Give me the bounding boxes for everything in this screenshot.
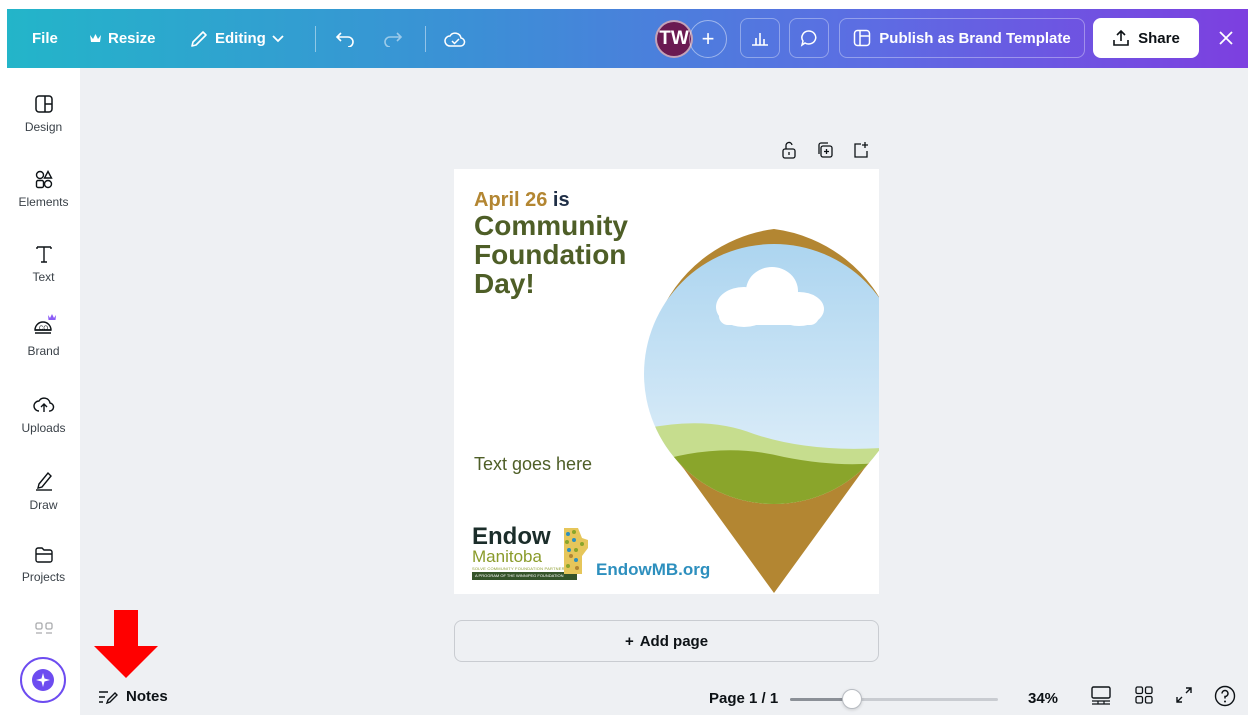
sidebar-item-draw[interactable]: Draw bbox=[7, 470, 80, 512]
left-sidebar: Design Elements Text CO Brand Uploads Dr… bbox=[7, 68, 80, 715]
redo-button[interactable] bbox=[383, 9, 403, 68]
design-icon bbox=[34, 95, 53, 113]
sidebar-item-label: Text bbox=[32, 270, 55, 284]
share-label: Share bbox=[1138, 29, 1180, 47]
user-avatar[interactable]: TW bbox=[655, 20, 693, 58]
close-button[interactable] bbox=[1211, 23, 1241, 53]
avatar-initials: TW bbox=[659, 28, 689, 49]
add-page-label: Add page bbox=[639, 632, 709, 650]
logo-endow-text: Endow bbox=[472, 523, 551, 550]
sidebar-item-label: Brand bbox=[27, 344, 60, 358]
toolbar-divider bbox=[315, 26, 316, 52]
fullscreen-icon[interactable] bbox=[1174, 685, 1194, 705]
toolbar-divider bbox=[425, 26, 426, 52]
sidebar-item-uploads[interactable]: Uploads bbox=[7, 395, 80, 435]
apps-icon bbox=[34, 622, 53, 634]
sidebar-item-label: Projects bbox=[21, 570, 66, 584]
zoom-value[interactable]: 34% bbox=[1028, 690, 1058, 707]
chevron-down-icon bbox=[272, 34, 284, 42]
sidebar-item-brand[interactable]: CO Brand bbox=[7, 312, 80, 358]
resize-label: Resize bbox=[108, 30, 156, 47]
add-page-icon[interactable] bbox=[852, 140, 870, 160]
undo-button[interactable] bbox=[335, 9, 355, 68]
svg-text:CO: CO bbox=[39, 326, 48, 332]
sidebar-item-apps[interactable] bbox=[7, 621, 80, 635]
help-icon[interactable] bbox=[1214, 685, 1236, 707]
plus-icon: + bbox=[701, 26, 715, 51]
sidebar-item-text[interactable]: Text bbox=[7, 244, 80, 284]
file-label: File bbox=[32, 30, 58, 47]
upload-share-icon bbox=[1113, 29, 1129, 46]
notes-button[interactable]: Notes bbox=[98, 688, 168, 705]
logo-manitoba-text: Manitoba bbox=[472, 547, 542, 566]
projects-icon bbox=[34, 547, 53, 563]
invite-button[interactable]: + bbox=[689, 20, 727, 58]
page-indicator[interactable]: Page 1 / 1 bbox=[709, 690, 778, 707]
date-suffix: is bbox=[547, 189, 570, 211]
resize-button[interactable]: Resize bbox=[89, 9, 156, 68]
canvas-workspace: April 26 is Community Foundation Day! Te… bbox=[80, 68, 1248, 715]
date-line[interactable]: April 26 is bbox=[474, 189, 570, 212]
comment-icon bbox=[800, 30, 817, 47]
notes-label: Notes bbox=[126, 688, 168, 705]
file-menu[interactable]: File bbox=[32, 9, 58, 68]
date-text: April 26 bbox=[474, 189, 548, 211]
elements-icon bbox=[35, 170, 53, 189]
red-arrow-annotation bbox=[94, 610, 158, 678]
grid-view-icon[interactable] bbox=[1134, 685, 1154, 705]
design-page[interactable]: April 26 is Community Foundation Day! Te… bbox=[454, 169, 879, 594]
redo-icon bbox=[384, 31, 403, 47]
comments-button[interactable] bbox=[789, 18, 829, 58]
lock-icon[interactable] bbox=[780, 140, 798, 160]
manitoba-map-icon bbox=[564, 528, 588, 574]
share-button[interactable]: Share bbox=[1093, 18, 1199, 58]
logo-tagline: SOLVE COMMUNITY FOUNDATION PARTNERS bbox=[472, 566, 568, 571]
bar-chart-icon bbox=[752, 33, 768, 46]
brand-icon: CO bbox=[33, 314, 56, 334]
website-url[interactable]: EndowMB.org bbox=[596, 560, 710, 580]
zoom-slider[interactable] bbox=[790, 689, 998, 709]
add-page-button[interactable]: + Add page bbox=[454, 620, 879, 662]
editing-label: Editing bbox=[215, 30, 266, 47]
body-text[interactable]: Text goes here bbox=[474, 454, 592, 475]
bottom-bar: Notes Page 1 / 1 34% bbox=[80, 676, 1248, 715]
sidebar-item-label: Uploads bbox=[21, 421, 66, 435]
magic-assistant-button[interactable] bbox=[20, 657, 66, 703]
top-toolbar: File Resize Editing TW + Publish as Bran… bbox=[7, 9, 1248, 68]
draw-icon bbox=[35, 471, 52, 491]
text-icon bbox=[35, 246, 52, 263]
sparkle-icon bbox=[32, 669, 54, 691]
sidebar-item-projects[interactable]: Projects bbox=[7, 546, 80, 584]
sidebar-item-design[interactable]: Design bbox=[7, 94, 80, 134]
page-tools bbox=[780, 140, 870, 160]
uploads-icon bbox=[32, 397, 54, 412]
headline-text[interactable]: Community Foundation Day! bbox=[474, 211, 674, 298]
sidebar-item-label: Design bbox=[24, 120, 63, 134]
sidebar-item-label: Elements bbox=[18, 195, 69, 209]
publish-label: Publish as Brand Template bbox=[879, 29, 1071, 47]
crown-icon bbox=[90, 34, 101, 42]
page-view-icon[interactable] bbox=[1090, 685, 1112, 705]
undo-icon bbox=[335, 31, 354, 47]
notes-icon bbox=[99, 690, 118, 704]
sidebar-item-label: Draw bbox=[29, 498, 58, 512]
zoom-slider-knob[interactable] bbox=[842, 689, 862, 709]
template-icon bbox=[854, 29, 871, 47]
pencil-icon bbox=[191, 30, 207, 47]
save-status-button[interactable] bbox=[444, 9, 466, 68]
editing-mode-dropdown[interactable]: Editing bbox=[189, 9, 284, 68]
plus-icon: + bbox=[624, 632, 634, 650]
insights-button[interactable] bbox=[740, 18, 780, 58]
publish-brand-template-button[interactable]: Publish as Brand Template bbox=[839, 18, 1085, 58]
duplicate-page-icon[interactable] bbox=[816, 140, 834, 160]
cloud-check-icon bbox=[444, 31, 466, 47]
close-icon bbox=[1219, 31, 1233, 45]
sidebar-item-elements[interactable]: Elements bbox=[7, 169, 80, 209]
